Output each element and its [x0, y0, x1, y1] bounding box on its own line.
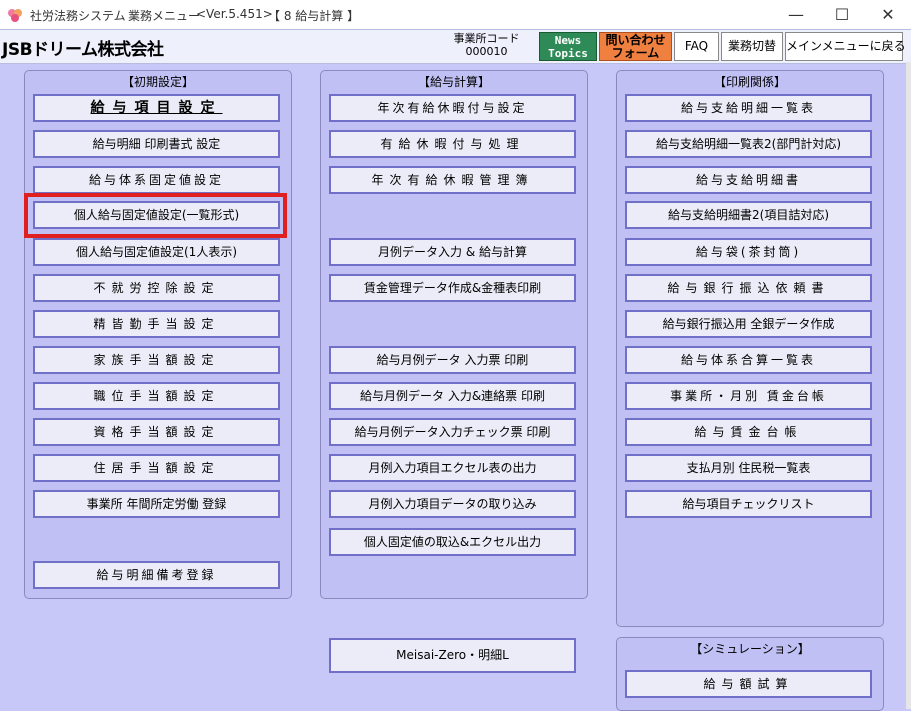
switch-business-button[interactable]: 業務切替 — [721, 32, 783, 61]
office-code-box: 事業所コード 000010 — [444, 32, 529, 58]
monthly-input-calc-button[interactable]: 月例データ入力 & 給与計算 — [329, 238, 576, 266]
close-icon[interactable]: ✕ — [865, 0, 911, 29]
meisai-zero-button[interactable]: Meisai-Zero・明細L — [329, 638, 576, 673]
form-label: フォーム — [611, 46, 660, 60]
app-logo-icon — [8, 9, 22, 22]
personal-fixed-import-excel-button[interactable]: 個人固定値の取込&エクセル出力 — [329, 528, 576, 556]
payslip2-button[interactable]: 給与支給明細書2(項目詰対応) — [625, 201, 872, 229]
salary-wage-ledger-button[interactable]: 給与賃金台帳 — [625, 418, 872, 446]
group-title-printing: 【印刷関係】 — [713, 75, 786, 89]
personal-fixed-list-button[interactable]: 個人給与固定値設定(一覧形式) — [33, 201, 280, 229]
main-menu-button[interactable]: メインメニューに戻る — [785, 32, 906, 61]
salary-system-summary-button[interactable]: 給与体系合算一覧表 — [625, 346, 872, 374]
payment-list-button[interactable]: 給与支給明細一覧表 — [625, 94, 872, 122]
contact-form-button[interactable]: 問い合わせ フォーム — [599, 32, 672, 61]
qualification-allowance-button[interactable]: 資格手当額設定 — [33, 418, 280, 446]
faq-button[interactable]: FAQ — [674, 32, 719, 61]
header-bar: JSBドリーム株式会社 事業所コード 000010 News Topics 問い… — [0, 29, 911, 64]
annual-leave-register-button[interactable]: 年次有給休暇管理簿 — [329, 166, 576, 194]
monthly-excel-export-button[interactable]: 月例入力項目エクセル表の出力 — [329, 454, 576, 482]
personal-fixed-single-button[interactable]: 個人給与固定値設定(1人表示) — [33, 238, 280, 266]
monthly-input-check-print-button[interactable]: 給与月例データ入力チェック票 印刷 — [329, 418, 576, 446]
menu-name: 業務メニュー — [128, 9, 201, 23]
section-label: 【 8 給与計算 】 — [268, 9, 360, 23]
maximize-icon[interactable]: ☐ — [819, 0, 865, 29]
attendance-allowance-button[interactable]: 精皆勤手当設定 — [33, 310, 280, 338]
housing-allowance-button[interactable]: 住居手当額設定 — [33, 454, 280, 482]
zengin-data-button[interactable]: 給与銀行振込用 全銀データ作成 — [625, 310, 872, 338]
wage-data-denomination-button[interactable]: 賃金管理データ作成&金種表印刷 — [329, 274, 576, 302]
payslip-button[interactable]: 給与支給明細書 — [625, 166, 872, 194]
payment-list-dept-button[interactable]: 給与支給明細一覧表2(部門計対応) — [625, 130, 872, 158]
news-label: News — [554, 34, 582, 47]
salary-item-settings-button[interactable]: 給与項目設定 — [33, 94, 280, 122]
company-name: JSBドリーム株式会社 — [2, 40, 164, 60]
office-code-value: 000010 — [465, 45, 508, 58]
family-allowance-button[interactable]: 家族手当額設定 — [33, 346, 280, 374]
bank-transfer-request-button[interactable]: 給与銀行振込依頼書 — [625, 274, 872, 302]
version-label: <Ver.5.451> — [196, 7, 273, 21]
leave-grant-processing-button[interactable]: 有給休暇付与処理 — [329, 130, 576, 158]
salary-item-checklist-button[interactable]: 給与項目チェックリスト — [625, 490, 872, 518]
position-allowance-button[interactable]: 職位手当額設定 — [33, 382, 280, 410]
annual-leave-grant-settings-button[interactable]: 年次有給休暇付与設定 — [329, 94, 576, 122]
annual-work-hours-button[interactable]: 事業所 年間所定労働 登録 — [33, 490, 280, 518]
background-window-edge — [906, 62, 911, 709]
news-topics-button[interactable]: News Topics — [539, 32, 597, 61]
group-title-simulation: 【シミュレーション】 — [690, 642, 810, 656]
monthly-input-sheet-print-button[interactable]: 給与月例データ 入力票 印刷 — [329, 346, 576, 374]
monthly-data-import-button[interactable]: 月例入力項目データの取り込み — [329, 490, 576, 518]
salary-simulation-button[interactable]: 給与額試算 — [625, 670, 872, 698]
app-name: 社労法務システム — [30, 9, 126, 23]
resident-tax-list-button[interactable]: 支払月別 住民税一覧表 — [625, 454, 872, 482]
absence-deduction-button[interactable]: 不就労控除設定 — [33, 274, 280, 302]
minimize-icon[interactable]: — — [773, 0, 819, 29]
window-titlebar: 社労法務システム 業務メニュー <Ver.5.451> 【 8 給与計算 】 —… — [0, 0, 911, 29]
salary-envelope-button[interactable]: 給与袋(茶封筒) — [625, 238, 872, 266]
payslip-remarks-button[interactable]: 給与明細備考登録 — [33, 561, 280, 589]
group-title-initial: 【初期設定】 — [121, 75, 194, 89]
office-code-label: 事業所コード — [453, 32, 520, 45]
topics-label: Topics — [548, 47, 588, 60]
salary-system-fixed-button[interactable]: 給与体系固定値設定 — [33, 166, 280, 194]
wage-ledger-monthly-button[interactable]: 事業所・月別 賃金台帳 — [625, 382, 872, 410]
payslip-print-format-button[interactable]: 給与明細 印刷書式 設定 — [33, 130, 280, 158]
monthly-input-contact-print-button[interactable]: 給与月例データ 入力&連絡票 印刷 — [329, 382, 576, 410]
group-title-payroll: 【給与計算】 — [417, 75, 490, 89]
